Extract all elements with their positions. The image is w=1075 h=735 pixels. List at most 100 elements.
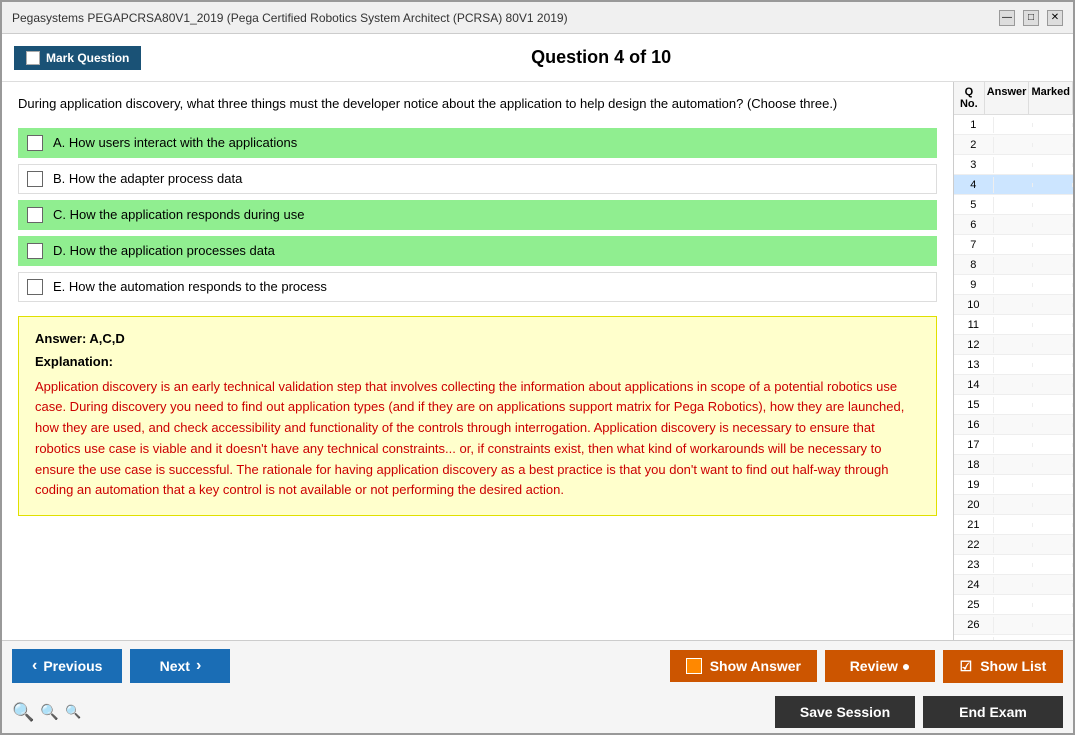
show-answer-label: Show Answer <box>710 658 801 674</box>
toolbar: Mark Question Question 4 of 10 <box>2 34 1073 82</box>
option-a[interactable]: A. How users interact with the applicati… <box>18 128 937 158</box>
sidebar-row-2[interactable]: 2 <box>954 135 1073 155</box>
sidebar-row-4[interactable]: 4 <box>954 175 1073 195</box>
option-a-text: A. How users interact with the applicati… <box>53 135 297 150</box>
sidebar-row-9[interactable]: 9 <box>954 275 1073 295</box>
option-c-checkbox[interactable] <box>27 207 43 223</box>
sidebar-cell-num: 19 <box>954 477 994 493</box>
sidebar-cell-marked <box>1033 463 1073 467</box>
option-d-checkbox[interactable] <box>27 243 43 259</box>
sidebar-cell-num: 14 <box>954 377 994 393</box>
sidebar-cell-num: 23 <box>954 557 994 573</box>
zoom-in-button[interactable]: 🔍 <box>12 702 34 723</box>
sidebar-cell-marked <box>1033 423 1073 427</box>
title-bar: Pegasystems PEGAPCRSA80V1_2019 (Pega Cer… <box>2 2 1073 34</box>
review-button[interactable]: Review ● <box>825 650 935 682</box>
sidebar-row-15[interactable]: 15 <box>954 395 1073 415</box>
sidebar-cell-marked <box>1033 143 1073 147</box>
sidebar-cell-answer <box>994 223 1034 227</box>
option-e-checkbox[interactable] <box>27 279 43 295</box>
question-text: During application discovery, what three… <box>18 94 937 114</box>
sidebar-cell-answer <box>994 183 1034 187</box>
sidebar-cell-answer <box>994 343 1034 347</box>
previous-arrow-icon: ‹ <box>32 657 37 675</box>
maximize-button[interactable]: □ <box>1023 10 1039 26</box>
sidebar-cell-answer <box>994 323 1034 327</box>
sidebar-row-5[interactable]: 5 <box>954 195 1073 215</box>
sidebar-cell-answer <box>994 563 1034 567</box>
sidebar-cell-marked <box>1033 283 1073 287</box>
review-label: Review <box>850 658 898 674</box>
sidebar-row-16[interactable]: 16 <box>954 415 1073 435</box>
sidebar-cell-marked <box>1033 383 1073 387</box>
answer-label: Answer: A,C,D <box>35 331 920 346</box>
sidebar-cell-answer <box>994 523 1034 527</box>
sidebar-rows: 1 2 3 4 5 6 7 8 <box>954 115 1073 640</box>
zoom-out-button[interactable]: 🔍 <box>65 704 81 720</box>
sidebar-cell-num: 5 <box>954 197 994 213</box>
minimize-button[interactable]: — <box>999 10 1015 26</box>
sidebar-cell-marked <box>1033 583 1073 587</box>
mark-question-button[interactable]: Mark Question <box>14 46 141 70</box>
sidebar-cell-num: 17 <box>954 437 994 453</box>
sidebar-row-21[interactable]: 21 <box>954 515 1073 535</box>
sidebar-cell-marked <box>1033 363 1073 367</box>
sidebar-cell-marked <box>1033 123 1073 127</box>
sidebar-cell-answer <box>994 583 1034 587</box>
option-c[interactable]: C. How the application responds during u… <box>18 200 937 230</box>
question-list-sidebar: Q No. Answer Marked 1 2 3 4 5 6 <box>953 82 1073 640</box>
sidebar-cell-answer <box>994 623 1034 627</box>
show-list-check-icon: ☑ <box>960 658 973 675</box>
sidebar-row-11[interactable]: 11 <box>954 315 1073 335</box>
sidebar-cell-marked <box>1033 443 1073 447</box>
sidebar-header-marked: Marked <box>1029 82 1073 114</box>
save-session-button[interactable]: Save Session <box>775 696 915 728</box>
main-content: During application discovery, what three… <box>2 82 1073 640</box>
sidebar-row-26[interactable]: 26 <box>954 615 1073 635</box>
sidebar-row-10[interactable]: 10 <box>954 295 1073 315</box>
sidebar-row-19[interactable]: 19 <box>954 475 1073 495</box>
sidebar-row-1[interactable]: 1 <box>954 115 1073 135</box>
sidebar-row-22[interactable]: 22 <box>954 535 1073 555</box>
sidebar-row-6[interactable]: 6 <box>954 215 1073 235</box>
sidebar-row-3[interactable]: 3 <box>954 155 1073 175</box>
sidebar-cell-num: 13 <box>954 357 994 373</box>
sidebar-header: Q No. Answer Marked <box>954 82 1073 115</box>
show-answer-button[interactable]: Show Answer <box>670 650 817 682</box>
sidebar-row-8[interactable]: 8 <box>954 255 1073 275</box>
bottom-bar: ‹ Previous Next › Show Answer Review ● ☑… <box>2 640 1073 733</box>
option-b[interactable]: B. How the adapter process data <box>18 164 937 194</box>
sidebar-row-13[interactable]: 13 <box>954 355 1073 375</box>
option-e[interactable]: E. How the automation responds to the pr… <box>18 272 937 302</box>
review-extra: ● <box>902 658 910 674</box>
sidebar-row-17[interactable]: 17 <box>954 435 1073 455</box>
sidebar-cell-num: 18 <box>954 457 994 473</box>
sidebar-row-14[interactable]: 14 <box>954 375 1073 395</box>
sidebar-row-12[interactable]: 12 <box>954 335 1073 355</box>
mark-checkbox-icon <box>26 51 40 65</box>
next-arrow-icon: › <box>196 657 201 675</box>
question-area: During application discovery, what three… <box>2 82 953 640</box>
previous-button[interactable]: ‹ Previous <box>12 649 122 683</box>
option-b-checkbox[interactable] <box>27 171 43 187</box>
option-a-checkbox[interactable] <box>27 135 43 151</box>
sidebar-cell-num: 22 <box>954 537 994 553</box>
show-list-button[interactable]: ☑ Show List <box>943 650 1063 683</box>
sidebar-row-7[interactable]: 7 <box>954 235 1073 255</box>
next-button[interactable]: Next › <box>130 649 230 683</box>
sidebar-row-18[interactable]: 18 <box>954 455 1073 475</box>
action-row: 🔍 🔍 🔍 Save Session End Exam <box>2 691 1073 733</box>
sidebar-cell-num: 16 <box>954 417 994 433</box>
sidebar-row-23[interactable]: 23 <box>954 555 1073 575</box>
sidebar-cell-answer <box>994 243 1034 247</box>
sidebar-row-25[interactable]: 25 <box>954 595 1073 615</box>
sidebar-row-20[interactable]: 20 <box>954 495 1073 515</box>
zoom-normal-button[interactable]: 🔍 <box>40 703 59 721</box>
sidebar-cell-answer <box>994 483 1034 487</box>
sidebar-row-24[interactable]: 24 <box>954 575 1073 595</box>
sidebar-cell-answer <box>994 443 1034 447</box>
option-d[interactable]: D. How the application processes data <box>18 236 937 266</box>
close-button[interactable]: ✕ <box>1047 10 1063 26</box>
end-exam-button[interactable]: End Exam <box>923 696 1063 728</box>
sidebar-cell-num: 11 <box>954 317 994 333</box>
